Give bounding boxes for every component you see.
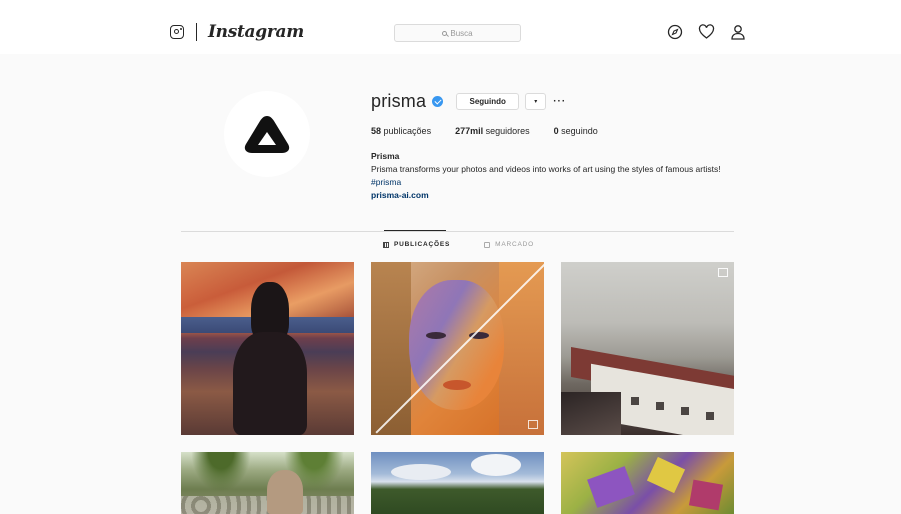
full-name: Prisma (371, 151, 400, 161)
active-tab-indicator (384, 230, 446, 231)
top-nav-icons (667, 24, 746, 40)
website-link[interactable]: prisma-ai.com (371, 189, 741, 202)
post-thumbnail[interactable] (561, 262, 734, 435)
profile-avatar[interactable] (224, 91, 310, 177)
search-icon (442, 30, 448, 36)
instagram-wordmark[interactable]: Instagram (208, 22, 304, 42)
profile-tabs: PUBLICAÇÕES MARCADO (383, 241, 568, 248)
user-icon[interactable] (730, 24, 746, 40)
video-indicator-icon (528, 420, 538, 429)
verified-badge-icon (432, 96, 444, 107)
post-thumbnail[interactable] (181, 452, 354, 514)
followers-stat[interactable]: 277mil seguidores (455, 126, 530, 136)
prisma-logo-icon (244, 116, 290, 153)
grid-icon (383, 241, 389, 248)
more-options-button[interactable]: ··· (553, 96, 566, 107)
tagged-icon (484, 241, 491, 248)
following-button[interactable]: Seguindo (456, 93, 520, 110)
post-thumbnail[interactable] (181, 262, 354, 435)
post-thumbnail[interactable] (371, 452, 544, 514)
profile-bio: Prisma Prisma transforms your photos and… (371, 150, 741, 202)
instagram-camera-icon[interactable] (170, 25, 184, 39)
bio-text: Prisma transforms your photos and videos… (371, 164, 721, 187)
following-stat[interactable]: 0 seguindo (554, 126, 598, 136)
post-thumbnail[interactable] (371, 262, 544, 435)
username: prisma (371, 91, 427, 111)
bio-hashtag-link[interactable]: #prisma (371, 177, 401, 187)
username-row: prisma Seguindo ▾ ··· (371, 91, 566, 112)
top-navigation-bar: Instagram Busca (0, 0, 901, 54)
tabs-divider (181, 231, 734, 232)
search-placeholder: Busca (450, 28, 473, 38)
search-input[interactable]: Busca (394, 24, 521, 42)
posts-stat: 58 publicações (371, 126, 432, 136)
profile-stats: 58 publicações 277mil seguidores 0 segui… (371, 126, 622, 136)
video-indicator-icon (718, 268, 728, 277)
compass-icon[interactable] (667, 24, 683, 40)
suggestions-dropdown-button[interactable]: ▾ (525, 93, 547, 110)
tab-posts[interactable]: PUBLICAÇÕES (383, 241, 450, 248)
post-thumbnail[interactable] (561, 452, 734, 514)
logo-divider (196, 23, 197, 41)
tab-tagged[interactable]: MARCADO (484, 241, 534, 248)
instagram-logo[interactable]: Instagram (170, 20, 304, 44)
heart-icon[interactable] (698, 24, 715, 40)
